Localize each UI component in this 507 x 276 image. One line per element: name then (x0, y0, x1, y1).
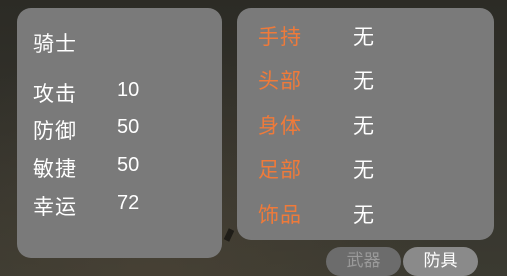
stat-label: 幸运 (33, 195, 77, 219)
equip-slot-label: 手持 (258, 25, 302, 49)
equip-slot-accessory[interactable]: 饰品 无 (258, 199, 478, 231)
equip-slot-value: 无 (353, 25, 374, 49)
equip-slot-value: 无 (353, 203, 374, 227)
stat-value: 50 (117, 154, 140, 176)
equip-slot-label: 身体 (258, 114, 302, 138)
character-name: 骑士 (33, 32, 77, 56)
stat-value: 10 (117, 79, 140, 101)
stat-row-attack: 攻击 10 (33, 78, 213, 108)
stat-row-defense: 防御 50 (33, 115, 213, 145)
equip-slot-body[interactable]: 身体 无 (258, 110, 478, 142)
stat-label: 攻击 (33, 82, 77, 106)
stat-row-agility: 敏捷 50 (33, 153, 213, 183)
equip-slot-value: 无 (353, 69, 374, 93)
equipment-panel: 手持 无 头部 无 身体 无 足部 无 饰品 无 (237, 8, 494, 240)
equip-slot-feet[interactable]: 足部 无 (258, 154, 478, 186)
stat-value: 72 (117, 192, 140, 214)
stat-label: 防御 (33, 119, 77, 143)
character-stats-panel: 骑士 攻击 10 防御 50 敏捷 50 幸运 72 (17, 8, 222, 258)
tab-armor[interactable]: 防具 (403, 247, 478, 276)
stat-row-luck: 幸运 72 (33, 191, 213, 221)
equip-slot-head[interactable]: 头部 无 (258, 65, 478, 97)
equip-slot-label: 足部 (258, 158, 302, 182)
equip-slot-value: 无 (353, 158, 374, 182)
equip-slot-value: 无 (353, 114, 374, 138)
equip-slot-label: 饰品 (258, 203, 302, 227)
equip-slot-hand[interactable]: 手持 无 (258, 21, 478, 53)
stat-value: 50 (117, 116, 140, 138)
tab-weapon[interactable]: 武器 (326, 247, 401, 276)
stat-label: 敏捷 (33, 157, 77, 181)
equip-slot-label: 头部 (258, 69, 302, 93)
